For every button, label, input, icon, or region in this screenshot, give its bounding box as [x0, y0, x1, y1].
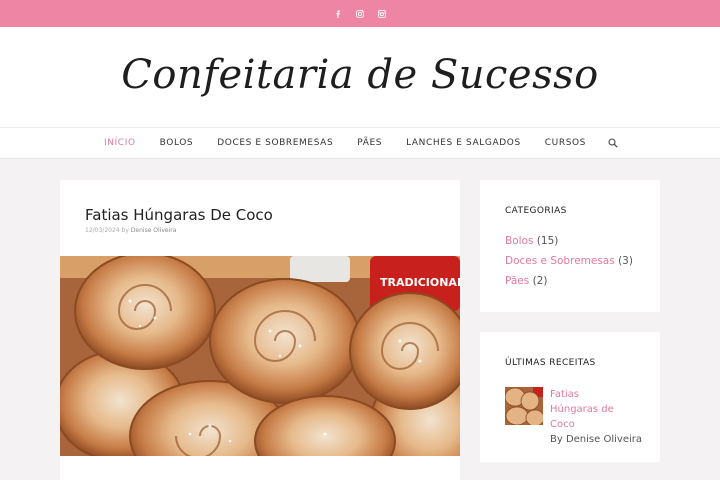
site-header: Confeitaria de Sucesso — [0, 27, 720, 128]
category-count: (2) — [532, 275, 548, 287]
category-list: Bolos (15) Doces e Sobremesas (3) Pães (… — [505, 234, 633, 294]
post-image[interactable]: TRADICIONAL — [60, 256, 460, 456]
categories-widget: CATEGORIAS Bolos (15) Doces e Sobremesas… — [480, 180, 660, 312]
nav-item-lanches[interactable]: LANCHES E SALGADOS — [394, 138, 533, 148]
categories-title: CATEGORIAS — [505, 206, 567, 216]
recent-recipe-link[interactable]: Fatias Húngaras de Coco — [550, 387, 630, 432]
list-item: Doces e Sobremesas (3) — [505, 254, 633, 274]
category-link-doces[interactable]: Doces e Sobremesas — [505, 255, 615, 267]
nav-item-paes[interactable]: PÃES — [345, 138, 394, 148]
recent-recipe-author: By Denise Oliveira — [550, 434, 642, 445]
recent-text: Fatias Húngaras de Coco By Denise Olivei… — [550, 387, 642, 447]
site-title[interactable]: Confeitaria de Sucesso — [121, 52, 598, 98]
list-item: Bolos (15) — [505, 234, 633, 254]
flour-package-label: TRADICIONAL — [380, 276, 460, 289]
nav-item-bolos[interactable]: BOLOS — [148, 138, 206, 148]
nav-item-doces[interactable]: DOCES E SOBREMESAS — [205, 138, 345, 148]
category-link-bolos[interactable]: Bolos — [505, 235, 533, 247]
recent-title: ÚLTIMAS RECEITAS — [505, 358, 596, 368]
recent-recipes-widget: ÚLTIMAS RECEITAS Fatias Húngaras de Coco… — [480, 332, 660, 462]
recent-item: Fatias Húngaras de Coco By Denise Olivei… — [505, 387, 642, 447]
nav-item-inicio[interactable]: INÍCIO — [92, 138, 148, 148]
nav-item-cursos[interactable]: CURSOS — [533, 138, 598, 148]
main-nav: INÍCIO BOLOS DOCES E SOBREMESAS PÃES LAN… — [0, 128, 720, 159]
top-social-bar — [0, 0, 720, 27]
facebook-icon[interactable] — [334, 9, 342, 18]
post-author[interactable]: Denise Oliveira — [131, 227, 177, 234]
post-meta: 12/03/2024 by Denise Oliveira — [85, 227, 176, 234]
post-date: 12/03/2024 — [85, 227, 120, 234]
instagram-alt-icon[interactable] — [378, 9, 386, 18]
search-icon[interactable] — [598, 138, 628, 148]
post-by: by — [121, 227, 129, 234]
category-link-paes[interactable]: Pães — [505, 275, 529, 287]
category-count: (15) — [536, 235, 559, 247]
category-count: (3) — [618, 255, 633, 267]
recent-thumbnail[interactable] — [505, 387, 543, 425]
post-title[interactable]: Fatias Húngaras De Coco — [85, 206, 273, 224]
instagram-icon[interactable] — [356, 9, 364, 18]
list-item: Pães (2) — [505, 274, 633, 294]
featured-post: Fatias Húngaras De Coco 12/03/2024 by De… — [60, 180, 460, 480]
